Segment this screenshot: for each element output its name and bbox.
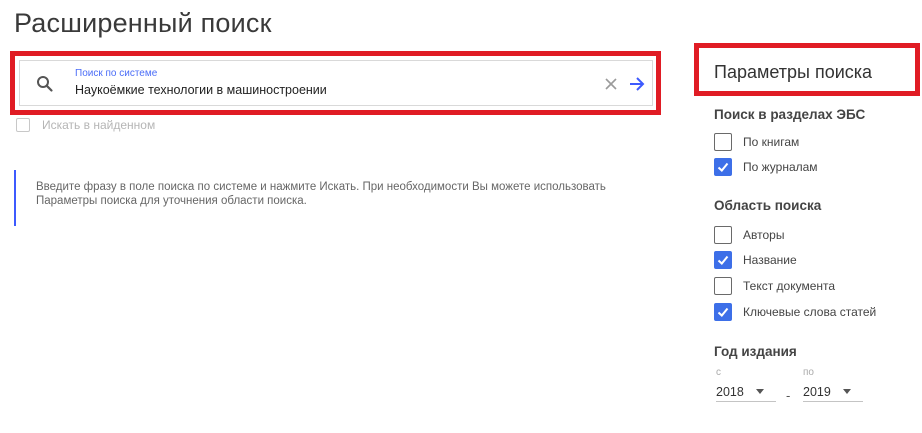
year-from-value: 2018 xyxy=(716,384,744,399)
checkbox-doc-text[interactable] xyxy=(714,277,732,295)
year-title: Год издания xyxy=(714,344,797,359)
search-in-found-label: Искать в найденном xyxy=(42,118,156,132)
search-icon xyxy=(37,76,53,92)
search-field-label: Поиск по системе xyxy=(75,68,158,79)
checkbox-title[interactable] xyxy=(714,251,732,269)
arrow-right-icon[interactable] xyxy=(628,75,646,93)
year-to-select[interactable]: 2019 xyxy=(803,382,863,402)
sections-title: Поиск в разделах ЭБС xyxy=(714,107,866,122)
checkbox-box[interactable] xyxy=(16,118,30,132)
close-icon[interactable] xyxy=(603,76,619,92)
search-in-found-checkbox[interactable]: Искать в найденном xyxy=(16,118,155,132)
chevron-down-icon xyxy=(842,389,851,394)
option-keywords[interactable]: Ключевые слова статей xyxy=(714,303,876,321)
chevron-down-icon xyxy=(755,389,764,394)
option-doc-text-label: Текст документа xyxy=(743,279,836,293)
option-books[interactable]: По книгам xyxy=(714,133,799,151)
page-title: Расширенный поиск xyxy=(14,8,272,38)
check-icon xyxy=(717,307,729,317)
option-journals[interactable]: По журналам xyxy=(714,158,818,176)
params-title: Параметры поиска xyxy=(714,62,873,82)
year-from-select[interactable]: 2018 xyxy=(716,382,776,402)
option-authors-label: Авторы xyxy=(743,228,785,242)
year-to-value: 2019 xyxy=(803,384,831,399)
check-icon xyxy=(717,162,729,172)
option-books-label: По книгам xyxy=(743,135,800,149)
area-title: Область поиска xyxy=(714,198,822,213)
option-doc-text[interactable]: Текст документа xyxy=(714,277,835,295)
search-input[interactable]: Наукоёмкие технологии в машиностроении xyxy=(75,83,327,97)
search-box[interactable]: Поиск по системе Наукоёмкие технологии в… xyxy=(19,60,653,106)
option-title[interactable]: Название xyxy=(714,251,797,269)
checkbox-keywords[interactable] xyxy=(714,303,732,321)
check-icon xyxy=(717,255,729,265)
year-to-label: по xyxy=(803,367,814,378)
checkbox-journals[interactable] xyxy=(714,158,732,176)
option-journals-label: По журналам xyxy=(743,160,818,174)
option-authors[interactable]: Авторы xyxy=(714,226,784,244)
checkbox-authors[interactable] xyxy=(714,226,732,244)
option-keywords-label: Ключевые слова статей xyxy=(743,305,877,319)
year-from-label: с xyxy=(716,367,721,378)
checkbox-books[interactable] xyxy=(714,133,732,151)
year-separator: - xyxy=(786,388,791,403)
option-title-label: Название xyxy=(743,253,797,267)
hint-text: Введите фразу в поле поиска по системе и… xyxy=(14,170,654,226)
